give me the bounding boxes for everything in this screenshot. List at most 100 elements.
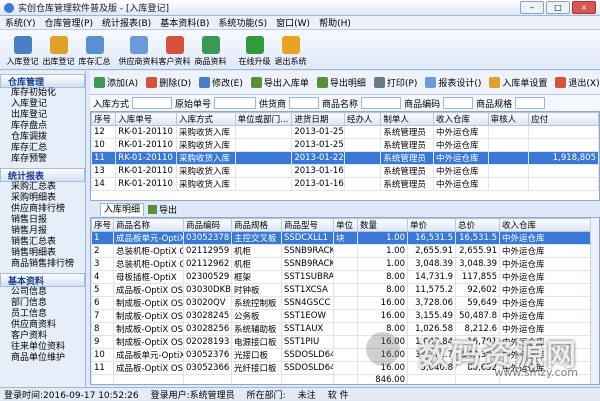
sidebar-item[interactable]: 商品单位维护 [0, 353, 85, 364]
column-header[interactable]: 收入仓库 [433, 113, 488, 126]
detail-cell [334, 362, 358, 375]
detail-cell: 制成板-OptiX OSN [114, 336, 184, 349]
order-row[interactable]: 13RK-01-20110采购收货入库2013-01-16系统管理员中外运仓库 [92, 165, 599, 178]
sidebar-item[interactable]: 销售日报 [0, 215, 85, 226]
action-button-7[interactable]: 入库单设置 [487, 76, 549, 89]
column-header[interactable]: 制单人 [381, 113, 434, 126]
toolbar-button-4[interactable]: 客户资料 [158, 36, 191, 67]
menu-item-1[interactable]: 仓库管理(P) [45, 16, 93, 29]
order-row[interactable]: 14RK-01-20110采购收货入库2013-01-16系统管理员中外运仓库 [92, 178, 599, 191]
sidebar-item[interactable]: 出库登记 [0, 110, 85, 121]
action-button-4[interactable]: 导出明细 [315, 76, 368, 89]
toolbar-button-1[interactable]: 出库登记 [42, 36, 75, 67]
menu-item-3[interactable]: 基本资料(B) [160, 16, 209, 29]
minimize-button[interactable]: – [520, 1, 544, 14]
detail-cell: 10 [92, 349, 114, 362]
sidebar-item[interactable]: 库存预警 [0, 154, 85, 165]
toolbar-button-0[interactable]: 入库登记 [6, 36, 39, 67]
menu-item-2[interactable]: 统计报表(B) [102, 16, 151, 29]
detail-row[interactable]: 2总装机柜-OptiX O02112959机柜SSNB9RACK1.002,65… [92, 245, 600, 258]
column-header[interactable]: 序号 [92, 219, 114, 232]
column-header[interactable]: 序号 [92, 113, 116, 126]
sidebar-group-title[interactable]: 统计报表 [0, 168, 85, 182]
column-header[interactable]: 商品型号 [282, 219, 334, 232]
column-header[interactable]: 进货日期 [292, 113, 345, 126]
column-header[interactable]: 商品编码 [184, 219, 232, 232]
tab-detail[interactable]: 入库明细 [100, 203, 144, 216]
filter-input[interactable] [515, 97, 545, 109]
column-header[interactable]: 入库单号 [116, 113, 177, 126]
sidebar-group-title[interactable]: 仓库管理 [0, 74, 85, 88]
order-cell [488, 152, 528, 165]
sidebar-item[interactable]: 库存初始化 [0, 88, 85, 99]
action-button-5[interactable]: 打印(P) [372, 76, 419, 89]
sidebar-item[interactable]: 供应商资料 [0, 320, 85, 331]
order-row[interactable]: 12RK-01-20110采购收货入库2013-01-25系统管理员中外运仓库 [92, 126, 599, 139]
filter-input[interactable] [443, 97, 473, 109]
sidebar-item[interactable]: 入库登记 [0, 99, 85, 110]
details-scrollbar[interactable] [590, 218, 599, 384]
detail-row[interactable]: 5成品板-OptiX OSN03030DKB时钟板SST1XCSA8.0011,… [92, 284, 600, 297]
action-button-6[interactable]: 报表设计() [423, 76, 483, 89]
detail-row[interactable]: 1成品板单元-OptiX03052378主控交叉板SSDCXLL1块1.0016… [92, 232, 600, 245]
column-header[interactable]: 单位或部门... [235, 113, 292, 126]
tab-export[interactable]: 导出 [148, 203, 177, 216]
sidebar-item[interactable]: 库存汇总 [0, 143, 85, 154]
detail-cell: 成品板单元-OptiX [114, 349, 184, 362]
maximize-button[interactable]: □ [546, 1, 570, 14]
column-header[interactable]: 单价 [408, 219, 456, 232]
sidebar-item[interactable]: 公司信息 [0, 287, 85, 298]
detail-cell: 成品板单元-OptiX [114, 232, 184, 245]
order-cell [235, 139, 292, 152]
sidebar-item[interactable]: 销售月报 [0, 226, 85, 237]
action-button-1[interactable]: 删除(D) [144, 76, 193, 89]
toolbar-button-2[interactable]: 库存汇总 [78, 36, 111, 67]
action-button-0[interactable]: 添加(A) [92, 76, 140, 89]
filter-input[interactable] [214, 97, 256, 109]
sidebar-item[interactable]: 采购汇总表 [0, 182, 85, 193]
column-header[interactable]: 单位 [334, 219, 358, 232]
sidebar-group-title[interactable]: 基本资料 [0, 273, 85, 287]
toolbar-button-3[interactable]: 供应商资料 [122, 36, 155, 67]
sidebar-item[interactable]: 库存盘点 [0, 121, 85, 132]
close-button[interactable]: × [572, 1, 596, 14]
sidebar-item[interactable]: 部门信息 [0, 298, 85, 309]
action-button-2[interactable]: 修改(E) [197, 76, 245, 89]
filter-input[interactable] [361, 97, 401, 109]
column-header[interactable]: 收入仓库 [500, 219, 600, 232]
sidebar-item[interactable]: 供应商排行榜 [0, 204, 85, 215]
toolbar-button-5[interactable]: 商品资料 [194, 36, 227, 67]
action-button-8[interactable]: 退出(X) [553, 76, 600, 89]
toolbar-button-7[interactable]: 退出系统 [274, 36, 307, 67]
sidebar-item[interactable]: 商品销售排行榜 [0, 259, 85, 270]
column-header[interactable]: 数量 [358, 219, 408, 232]
filter-input[interactable] [289, 97, 319, 109]
column-header[interactable]: 商品规格 [232, 219, 282, 232]
sidebar-item[interactable]: 仓库调拨 [0, 132, 85, 143]
detail-row[interactable]: 6制成板-OptiX OSN03020QV系统控制板SSN4GSCC16.003… [92, 297, 600, 310]
column-header[interactable]: 审核人 [488, 113, 528, 126]
column-header[interactable]: 总价 [456, 219, 500, 232]
order-row[interactable]: 11RK-01-20110采购收货入库2013-01-22系统管理员中外运仓库1… [92, 152, 599, 165]
order-row[interactable]: 10RK-01-20110采购收货入库2013-01-25系统管理员中外运仓库 [92, 139, 599, 152]
column-header[interactable]: 入库方式 [176, 113, 235, 126]
menu-item-6[interactable]: 帮助(H) [319, 16, 351, 29]
detail-row[interactable]: 7制成板-OptiX OSN03028245公务板SST1EOW16.003,1… [92, 310, 600, 323]
column-header[interactable]: 应付 [529, 113, 599, 126]
toolbar-button-6[interactable]: 在线升级 [238, 36, 271, 67]
menu-item-0[interactable]: 系统(Y) [5, 16, 36, 29]
sidebar-item[interactable]: 销售明细表 [0, 248, 85, 259]
column-header[interactable]: 经办人 [344, 113, 380, 126]
menu-item-5[interactable]: 窗口(W) [276, 16, 310, 29]
action-button-3[interactable]: 导出入库单 [249, 76, 311, 89]
menu-item-4[interactable]: 系统功能(S) [218, 16, 267, 29]
sidebar-item[interactable]: 往来单位资料 [0, 342, 85, 353]
column-header[interactable]: 商品名称 [114, 219, 184, 232]
sidebar-item[interactable]: 销售汇总表 [0, 237, 85, 248]
sidebar-item[interactable]: 员工信息 [0, 309, 85, 320]
detail-row[interactable]: 4母板插框-OptiX02300529框架SST1SUBRAC8.0014,73… [92, 271, 600, 284]
sidebar-item[interactable]: 客户资料 [0, 331, 85, 342]
filter-input[interactable] [132, 97, 172, 109]
detail-row[interactable]: 3总装机柜-OptiX O02112962机柜SSNB9RACK1.003,04… [92, 258, 600, 271]
sidebar-item[interactable]: 采购明细表 [0, 193, 85, 204]
